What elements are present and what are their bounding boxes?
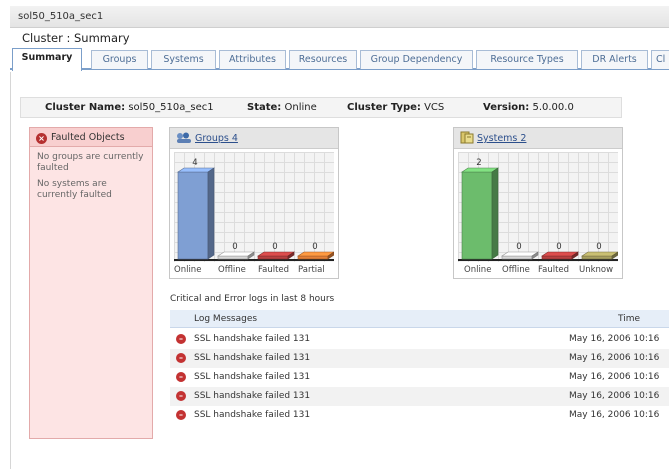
- faulted-systems-message: No systems are currently faulted: [37, 179, 112, 200]
- faulted-objects-title: Faulted Objects: [51, 132, 125, 143]
- chart-value-label: 0: [516, 242, 521, 252]
- cluster-name-value: sol50_510a_sec1: [128, 102, 214, 113]
- chart-value-label: 2: [476, 158, 481, 168]
- log-message: SSL handshake failed 131: [194, 334, 311, 344]
- chart-bar-partial[interactable]: [297, 251, 334, 260]
- systems-chart: 2000: [458, 152, 618, 262]
- cluster-version-value: 5.0.00.0: [532, 102, 574, 113]
- log-row[interactable]: – SSL handshake failed 131 May 16, 2006 …: [170, 349, 669, 368]
- groups-label-offline: Offline: [218, 265, 246, 275]
- log-time: May 16, 2006 10:16: [569, 372, 660, 382]
- tab-systems[interactable]: Systems: [151, 50, 216, 69]
- tab-bar: Summary Groups Systems Attributes Resour…: [10, 48, 669, 71]
- error-icon: –: [176, 391, 186, 401]
- error-icon: –: [176, 410, 186, 420]
- groups-link[interactable]: Groups 4: [195, 133, 238, 144]
- log-message: SSL handshake failed 131: [194, 391, 311, 401]
- chart-value-label: 0: [272, 242, 277, 252]
- chart-value-label: 0: [232, 242, 237, 252]
- systems-label-offline: Offline: [502, 265, 530, 275]
- log-message: SSL handshake failed 131: [194, 410, 311, 420]
- cluster-version-label: Version:: [483, 102, 530, 113]
- faulted-objects-header: × Faulted Objects: [30, 128, 152, 147]
- error-icon: –: [176, 353, 186, 363]
- logs-caption: Critical and Error logs in last 8 hours: [170, 294, 335, 304]
- error-icon: –: [176, 372, 186, 382]
- cluster-type: Cluster Type: VCS: [347, 102, 444, 113]
- log-time: May 16, 2006 10:16: [569, 353, 660, 363]
- tab-attributes[interactable]: Attributes: [219, 50, 286, 69]
- tab-groups[interactable]: Groups: [91, 50, 148, 69]
- systems-label-faulted: Faulted: [538, 265, 570, 275]
- window-title-bar: sol50_510a_sec1: [10, 6, 669, 28]
- tab-cl[interactable]: Cl: [651, 50, 669, 69]
- log-table-header: Log Messages Time: [170, 310, 669, 328]
- systems-chart-svg: 20 0 0: [458, 158, 618, 261]
- log-row[interactable]: – SSL handshake failed 131 May 16, 2006 …: [170, 368, 669, 387]
- log-row[interactable]: – SSL handshake failed 131 May 16, 2006 …: [170, 387, 669, 406]
- chart-value-label: 0: [556, 242, 561, 252]
- chart-bar-faulted[interactable]: [541, 251, 579, 260]
- systems-icon: [460, 131, 474, 144]
- chart-bar-unknow[interactable]: [581, 251, 618, 260]
- faulted-objects-panel: × Faulted Objects No groups are currently…: [29, 127, 153, 439]
- systems-panel: Systems 2 2000 Online Offline Faulted Un…: [453, 127, 623, 279]
- cluster-name-label: Cluster Name:: [45, 102, 126, 113]
- chart-bar-offline[interactable]: [217, 251, 255, 260]
- systems-label-online: Online: [464, 265, 492, 275]
- groups-chart-svg: 4 0 0 0: [174, 158, 334, 261]
- groups-chart-labels: Online Offline Faulted Partial: [174, 265, 336, 277]
- chart-bar-offline[interactable]: [501, 251, 539, 260]
- chart-value-label: 0: [312, 242, 317, 252]
- log-message: SSL handshake failed 131: [194, 372, 311, 382]
- log-col-messages[interactable]: Log Messages: [194, 314, 257, 324]
- cluster-state-value: Online: [284, 102, 317, 113]
- systems-chart-labels: Online Offline Faulted Unknow: [458, 265, 620, 277]
- chart-value-label: 4: [192, 158, 197, 168]
- log-message: SSL handshake failed 131: [194, 353, 311, 363]
- chart-bar-online[interactable]: [177, 167, 215, 260]
- groups-panel: Groups 4 4 0 0 0 Online Offline Faulted Par…: [169, 127, 339, 279]
- chart-value-label: 0: [596, 242, 601, 252]
- tab-dr-alerts[interactable]: DR Alerts: [581, 50, 648, 69]
- tab-resources[interactable]: Resources: [289, 50, 357, 69]
- cluster-state-label: State:: [247, 102, 282, 113]
- tab-group-dependency[interactable]: Group Dependency: [360, 50, 473, 69]
- cluster-info-bar: Cluster Name: sol50_510a_sec1 State: Onl…: [20, 97, 622, 118]
- systems-link[interactable]: Systems 2: [477, 133, 526, 144]
- groups-panel-header: Groups 4: [170, 128, 338, 149]
- tab-summary[interactable]: Summary: [12, 48, 82, 71]
- log-time: May 16, 2006 10:16: [569, 391, 660, 401]
- groups-icon: [177, 132, 191, 143]
- systems-label-unknown: Unknow: [579, 265, 614, 275]
- page-title: Cluster : Summary: [22, 31, 130, 45]
- groups-label-faulted: Faulted: [258, 265, 290, 275]
- groups-label-partial: Partial: [298, 265, 325, 275]
- log-row[interactable]: – SSL handshake failed 131 May 16, 2006 …: [170, 330, 669, 349]
- chart-bar-online[interactable]: [461, 167, 499, 260]
- log-col-time[interactable]: Time: [618, 314, 640, 324]
- cluster-state: State: Online: [247, 102, 317, 113]
- log-time: May 16, 2006 10:16: [569, 334, 660, 344]
- error-icon: –: [176, 334, 186, 344]
- cluster-name: Cluster Name: sol50_510a_sec1: [45, 102, 214, 113]
- log-row[interactable]: – SSL handshake failed 131 May 16, 2006 …: [170, 406, 669, 425]
- groups-label-online: Online: [174, 265, 202, 275]
- groups-chart: 4 0 0 0: [174, 152, 334, 262]
- cluster-type-label: Cluster Type:: [347, 102, 421, 113]
- cluster-type-value: VCS: [424, 102, 445, 113]
- chart-bar-faulted[interactable]: [257, 251, 295, 260]
- faulted-groups-message: No groups are currently faulted: [37, 152, 144, 173]
- cluster-version: Version: 5.0.00.0: [483, 102, 574, 113]
- systems-panel-header: Systems 2: [454, 128, 622, 149]
- tab-resource-types[interactable]: Resource Types: [476, 50, 578, 69]
- x-circle-icon: ×: [36, 133, 47, 144]
- log-time: May 16, 2006 10:16: [569, 410, 660, 420]
- window-title: sol50_510a_sec1: [18, 11, 104, 22]
